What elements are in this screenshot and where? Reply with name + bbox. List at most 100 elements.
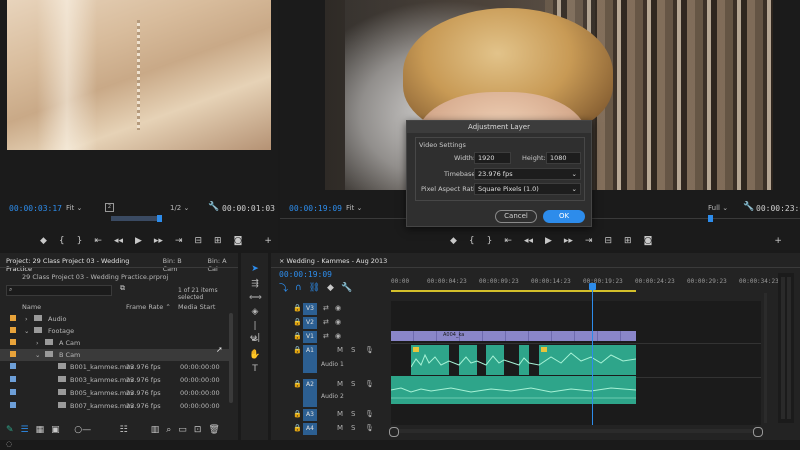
lock-icon[interactable]: 🔒 [293,380,302,388]
tab-project[interactable]: Project: 29 Class Project 03 - Wedding P… [6,257,153,273]
project-search-input[interactable]: ⌕ [6,285,112,296]
camera-icon[interactable]: ◙ [234,236,243,246]
program-playhead[interactable] [708,215,713,222]
freeform-view-icon[interactable]: ▣ [51,425,60,435]
step-forward-icon[interactable]: ▸▸ [564,236,573,246]
lock-icon[interactable]: 🔒 [293,346,302,354]
selection-tool-icon[interactable]: ➤ [249,263,261,275]
list-item[interactable]: B007_kammes.mov 23.976 fps 00:00:00:00 [0,400,230,412]
marker-icon[interactable]: ◆ [40,236,47,246]
track-header-v3[interactable]: 🔒 V3 ⇄ ◉ [271,303,391,315]
program-fit-dropdown[interactable]: Fit ⌄ [346,204,362,212]
camera-icon[interactable]: ◙ [644,236,653,246]
sync-lock-icon[interactable]: ⇄ [323,332,329,340]
source-timecode[interactable]: 00:00:03:17 [9,204,62,213]
expand-arrow-icon[interactable]: › [25,315,28,323]
par-select[interactable]: Square Pixels (1.0) ⌄ [474,183,581,195]
microphone-icon[interactable]: 🎙 [365,346,374,354]
tab-bin-b-cam[interactable]: Bin: B Cam [163,257,198,273]
find-icon[interactable]: ⌕ [166,425,171,435]
new-bin-from-search-icon[interactable]: ⧉ [120,284,125,293]
track-label[interactable]: A4 [303,423,317,435]
solo-button[interactable]: S [351,424,355,432]
mute-button[interactable]: M [337,346,343,354]
track-label[interactable]: V2 [303,317,317,329]
lock-icon[interactable]: 🔒 [293,304,302,312]
automate-icon[interactable]: ▥ [151,425,160,435]
razor-tool-icon[interactable]: ◈ [249,306,261,318]
timeline-timecode[interactable]: 00:00:19:09 [279,270,332,279]
track-select-tool-icon[interactable]: ⇶ [249,278,261,290]
height-field[interactable]: 1080 [546,152,581,164]
lock-icon[interactable]: 🔒 [293,410,302,418]
timeline-playhead[interactable] [592,283,593,425]
go-to-out-icon[interactable]: ⇥ [175,236,183,246]
add-button-icon[interactable]: + [774,236,782,246]
cancel-button[interactable]: Cancel [495,210,537,223]
microphone-icon[interactable]: 🎙 [365,424,374,432]
trash-icon[interactable]: 🗑 [208,425,219,435]
ripple-edit-tool-icon[interactable]: ⟺ [249,292,262,304]
linked-selection-icon[interactable]: ⛓ [309,283,320,293]
add-marker-icon[interactable]: ◆ [327,283,334,293]
mute-button[interactable]: M [337,410,343,418]
settings-wrench-icon[interactable]: 🔧 [341,283,352,293]
mark-in-icon[interactable]: { [59,236,65,246]
source-scrubber[interactable] [7,215,271,223]
pencil-icon[interactable]: ✎ [6,425,14,435]
eye-icon[interactable]: ◉ [335,304,341,312]
list-item[interactable]: B003_kammes.mov 23.976 fps 00:00:00:00 [0,374,230,386]
lift-icon[interactable]: ⊟ [605,236,613,246]
add-button-icon[interactable]: + [264,236,272,246]
width-field[interactable]: 1920 [474,152,511,164]
source-resolution-dropdown[interactable]: 1/2 ⌄ [170,204,189,212]
mark-out-icon[interactable]: } [77,236,83,246]
track-label[interactable]: A2 [303,379,317,407]
lock-icon[interactable]: 🔒 [293,318,302,326]
track-header-a2[interactable]: 🔒 A2 M S 🎙 [271,379,391,407]
go-to-in-icon[interactable]: ⇤ [504,236,512,246]
track-header-a1[interactable]: 🔒 A1 M S 🎙 [271,345,391,373]
program-quality-dropdown[interactable]: Full ⌄ [708,204,728,212]
list-item[interactable]: › A Cam [0,337,230,349]
mark-in-icon[interactable]: { [469,236,475,246]
overwrite-icon[interactable]: ⊞ [214,236,222,246]
timebase-select[interactable]: 23.976 fps ⌄ [474,168,581,180]
track-header-a3[interactable]: 🔒 A3 M S 🎙 [271,409,391,421]
source-marker-icon[interactable]: 2 [105,203,114,212]
marker-icon[interactable]: ◆ [450,236,457,246]
project-scrollbar[interactable] [229,313,233,403]
type-tool-icon[interactable]: T [249,363,261,375]
step-back-icon[interactable]: ◂◂ [524,236,533,246]
track-label[interactable]: A3 [303,409,317,421]
microphone-icon[interactable]: 🎙 [365,380,374,388]
lock-icon[interactable]: 🔒 [293,332,302,340]
list-item[interactable]: B001_kammes.mov 23.976 fps 00:00:00:00 [0,361,230,373]
pen-tool-icon[interactable]: ✒ [249,335,261,347]
hand-tool-icon[interactable]: ✋ [249,349,261,361]
time-ruler[interactable]: 00:00 00:00:04:23 00:00:09:23 00:00:14:23 00… [391,273,779,293]
playhead-handle[interactable] [589,283,596,290]
list-item[interactable]: B005_kammes.mov 23.976 fps 00:00:00:00 [0,387,230,399]
close-icon[interactable]: × [279,257,284,265]
track-label[interactable]: V1 [303,331,317,343]
col-media-start-header[interactable]: Media Start [178,303,215,311]
program-timecode[interactable]: 00:00:19:09 [289,204,342,213]
extract-icon[interactable]: ⊞ [624,236,632,246]
new-item-icon[interactable]: ⊡ [194,425,202,435]
a2-audio-clip[interactable] [391,376,636,404]
track-header-v2[interactable]: 🔒 V2 ⇄ ◉ [271,317,391,329]
track-header-a4[interactable]: 🔒 A4 M S 🎙 [271,423,391,435]
track-header-v1[interactable]: 🔒 V1 ⇄ ◉ [271,331,391,343]
eye-icon[interactable]: ◉ [335,318,341,326]
step-forward-icon[interactable]: ▸▸ [154,236,163,246]
eye-icon[interactable]: ◉ [335,332,341,340]
new-bin-icon[interactable]: ▭ [178,425,187,435]
collapse-arrow-icon[interactable]: ⌄ [35,351,40,359]
play-icon[interactable]: ▶ [135,236,142,246]
snap-icon[interactable]: ∩ [295,283,302,293]
timeline-vertical-scrollbar[interactable] [764,293,767,423]
solo-button[interactable]: S [351,380,355,388]
sync-lock-icon[interactable]: ⇄ [323,318,329,326]
play-icon[interactable]: ▶ [545,236,552,246]
